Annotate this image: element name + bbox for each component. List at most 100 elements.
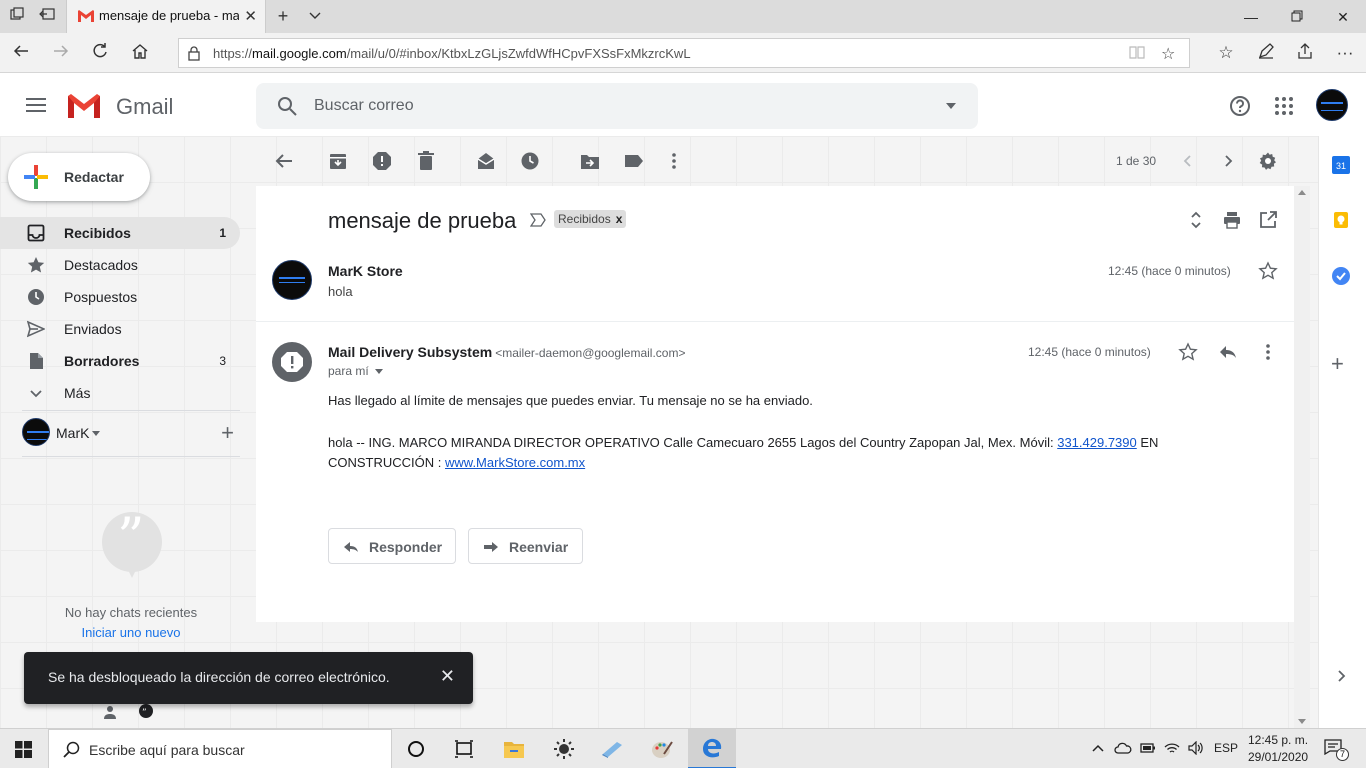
scroll-down-icon[interactable] [1298, 719, 1306, 724]
sidebar-item-sent[interactable]: Enviados [0, 313, 240, 345]
message-sender[interactable]: MarK Store [328, 263, 403, 279]
taskbar-edge-button[interactable] [688, 729, 736, 768]
file-explorer-icon[interactable] [502, 738, 526, 760]
message-time: 12:45 (hace 0 minutos) [1108, 264, 1231, 278]
home-icon[interactable] [129, 42, 151, 64]
help-icon[interactable] [1228, 94, 1252, 118]
tab-aside-icon[interactable] [38, 7, 56, 25]
recipient-details[interactable]: para mí [328, 364, 383, 378]
onedrive-cloud-icon[interactable] [1114, 741, 1132, 755]
contacts-person-icon[interactable] [102, 704, 118, 720]
account-avatar[interactable] [1316, 89, 1348, 121]
calendar-icon[interactable]: 31 [1332, 156, 1350, 174]
newer-chevron-left-icon[interactable] [1178, 151, 1198, 171]
website-link[interactable]: www.MarkStore.com.mx [445, 455, 585, 470]
sidebar-item-more[interactable]: Más [0, 377, 240, 409]
reading-view-icon[interactable] [1129, 44, 1145, 65]
label-chip-inbox[interactable]: Recibidos x [554, 210, 627, 228]
reply-button[interactable]: Responder [328, 528, 456, 564]
cortana-circle-icon[interactable] [404, 738, 428, 760]
keep-bulb-icon[interactable] [1331, 210, 1351, 230]
scroll-up-icon[interactable] [1298, 190, 1306, 195]
taskbar-search-input[interactable]: Escribe aquí para buscar [48, 729, 392, 768]
message-sender[interactable]: Mail Delivery Subsystem <mailer-daemon@go… [328, 344, 685, 360]
search-icon[interactable] [276, 95, 298, 117]
input-language[interactable]: ESP [1214, 741, 1238, 755]
settings-gear-icon[interactable] [1258, 151, 1278, 171]
archive-icon[interactable] [328, 151, 348, 171]
volume-icon[interactable] [1188, 741, 1204, 755]
message-snippet[interactable]: hola [328, 284, 353, 299]
sidebar-item-drafts[interactable]: Borradores 3 [0, 345, 240, 377]
minimize-icon[interactable]: — [1228, 4, 1274, 30]
hangouts-user-caret-icon[interactable] [92, 431, 100, 436]
reply-icon[interactable] [1218, 342, 1238, 362]
label-tag-icon[interactable] [624, 151, 644, 171]
search-options-caret-icon[interactable] [946, 103, 956, 109]
hangouts-chat-icon[interactable]: ” [138, 704, 154, 720]
restore-icon[interactable] [1274, 4, 1320, 30]
favorites-hub-icon[interactable]: ☆ [1215, 42, 1237, 64]
back-icon[interactable] [10, 42, 32, 64]
tab-list-chevron-icon[interactable] [306, 7, 324, 25]
favorite-star-icon[interactable]: ☆ [1161, 44, 1175, 64]
move-to-icon[interactable] [580, 151, 600, 171]
mark-unread-icon[interactable] [476, 151, 496, 171]
expand-all-icon[interactable] [1186, 210, 1206, 230]
new-tab-icon[interactable]: + [274, 7, 292, 25]
remove-label-icon[interactable]: x [616, 212, 623, 226]
back-to-inbox-icon[interactable] [274, 151, 294, 171]
pen-notes-icon[interactable] [1255, 42, 1277, 64]
forward-button[interactable]: Reenviar [468, 528, 583, 564]
older-chevron-right-icon[interactable] [1218, 151, 1238, 171]
taskbar-clock[interactable]: 12:45 p. m. 29/01/2020 [1248, 732, 1308, 766]
more-actions-icon[interactable] [664, 151, 684, 171]
tasks-check-icon[interactable] [1331, 266, 1351, 286]
reading-pane-scrollbar[interactable] [1294, 186, 1310, 732]
recipient-caret-icon[interactable] [374, 369, 383, 375]
url-field[interactable]: https://mail.google.com/mail/u/0/#inbox/… [178, 38, 1190, 68]
snooze-clock-icon[interactable] [520, 151, 540, 171]
new-conversation-plus-icon[interactable]: + [221, 420, 234, 446]
wifi-icon[interactable] [1164, 741, 1180, 755]
get-addons-plus-icon[interactable]: + [1331, 353, 1351, 375]
show-side-panel-chevron-icon[interactable] [1331, 666, 1351, 686]
main-menu-icon[interactable] [26, 98, 46, 112]
snackbar-close-icon[interactable]: ✕ [440, 666, 455, 687]
sidebar-item-starred[interactable]: Destacados [0, 249, 240, 281]
browser-tab-gmail[interactable]: mensaje de prueba - ma ✕ [66, 0, 266, 33]
importance-marker-icon[interactable] [530, 213, 546, 227]
sidebar-item-inbox[interactable]: Recibidos 1 [0, 217, 240, 249]
print-icon[interactable] [1222, 210, 1242, 230]
more-menu-icon[interactable]: ··· [1334, 42, 1356, 64]
show-hidden-icons-chevron-icon[interactable] [1092, 741, 1104, 756]
hangouts-user[interactable]: MarK + [22, 418, 242, 450]
close-window-icon[interactable]: ✕ [1320, 4, 1366, 30]
apps-grid-icon[interactable] [1272, 94, 1296, 118]
report-spam-icon[interactable] [372, 151, 392, 171]
close-tab-icon[interactable]: ✕ [244, 7, 257, 25]
open-new-window-icon[interactable] [1258, 210, 1278, 230]
message-more-icon[interactable] [1258, 342, 1278, 362]
windows-start-icon[interactable] [15, 741, 32, 758]
sidebar-item-snoozed[interactable]: Pospuestos [0, 281, 240, 313]
notes-app-icon[interactable] [600, 738, 624, 760]
start-new-chat-link[interactable]: Iniciar uno nuevo [0, 625, 262, 640]
compose-button[interactable]: Redactar [8, 153, 150, 201]
action-center-button[interactable]: 7 [1324, 739, 1349, 761]
search-input[interactable]: Buscar correo [256, 83, 978, 129]
star-toggle-icon[interactable] [1178, 342, 1198, 362]
task-view-icon[interactable] [452, 738, 476, 760]
forward-icon[interactable] [50, 42, 72, 64]
refresh-icon[interactable] [89, 42, 111, 64]
battery-icon[interactable] [1140, 741, 1156, 755]
brightness-app-icon[interactable] [552, 738, 576, 760]
gmail-logo-icon[interactable] [66, 92, 102, 120]
share-icon[interactable] [1294, 42, 1316, 64]
windows-taskbar: Escribe aquí para buscar ESP 12:45 p. m.… [0, 728, 1366, 768]
tab-actions-icon[interactable] [8, 7, 26, 25]
star-toggle-icon[interactable] [1258, 261, 1278, 281]
paint-app-icon[interactable] [650, 738, 674, 760]
delete-trash-icon[interactable] [416, 151, 436, 171]
phone-link[interactable]: 331.429.7390 [1057, 435, 1137, 450]
